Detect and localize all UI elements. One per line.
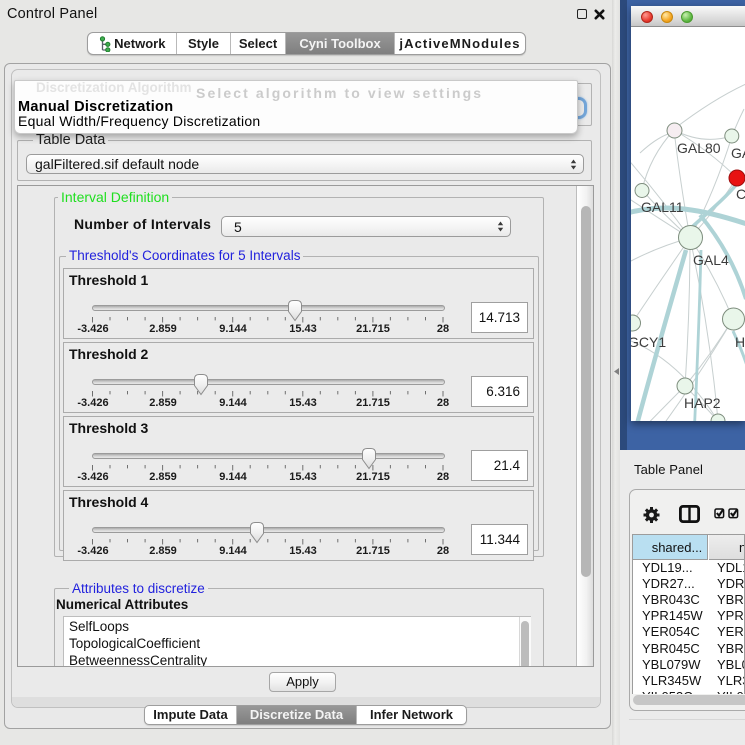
svg-text:HI: HI — [735, 334, 745, 350]
svg-text:C: C — [736, 186, 745, 202]
svg-text:GAL11: GAL11 — [641, 199, 684, 215]
svg-text:GA: GA — [731, 145, 745, 161]
svg-text:GAL4: GAL4 — [693, 252, 729, 268]
svg-text:GCY1: GCY1 — [631, 334, 666, 350]
svg-text:GAL80: GAL80 — [677, 140, 721, 156]
svg-text:HAP2: HAP2 — [684, 395, 721, 411]
